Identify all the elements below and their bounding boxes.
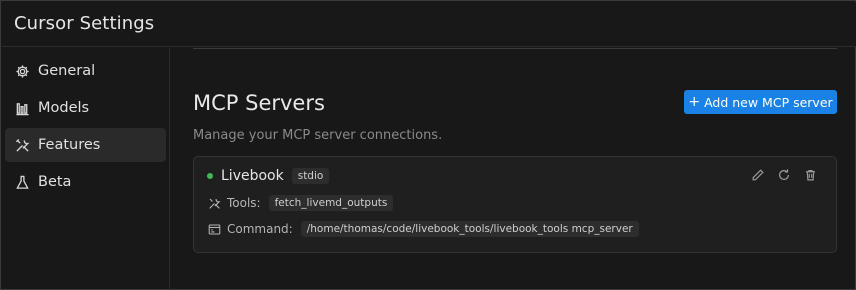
command-value: /home/thomas/code/livebook_tools/liveboo… xyxy=(300,221,639,237)
tools-row: Tools: fetch_livemd_outputs xyxy=(207,195,394,211)
transport-badge: stdio xyxy=(291,168,330,184)
sidebar-item-label: Models xyxy=(38,100,90,116)
status-indicator xyxy=(207,173,213,179)
add-mcp-server-button[interactable]: + Add new MCP server xyxy=(684,90,837,114)
sidebar-item-label: Features xyxy=(38,137,101,153)
tools-icon xyxy=(207,196,221,210)
mcp-server-card: Livebook stdio Tools: fetch_livemd_outpu… xyxy=(193,156,837,253)
sidebar-item-beta[interactable]: Beta xyxy=(5,165,166,199)
sidebar-item-models[interactable]: Models xyxy=(5,91,166,125)
title-bar: Cursor Settings xyxy=(2,2,856,47)
tools-icon xyxy=(14,137,30,153)
tool-badge: fetch_livemd_outputs xyxy=(268,195,394,211)
terminal-icon xyxy=(207,222,221,236)
server-name: Livebook xyxy=(221,168,284,184)
window-title: Cursor Settings xyxy=(14,13,155,34)
chart-bars-icon xyxy=(14,100,30,116)
sidebar: General Models Features Beta xyxy=(2,48,170,290)
main-content: MCP Servers + Add new MCP server Manage … xyxy=(171,49,856,290)
flask-icon xyxy=(14,174,30,190)
gear-icon xyxy=(14,63,30,79)
plus-icon: + xyxy=(688,94,701,110)
sidebar-item-label: Beta xyxy=(38,174,72,190)
sidebar-item-features[interactable]: Features xyxy=(5,128,166,162)
server-actions xyxy=(750,167,818,183)
tools-label: Tools: xyxy=(227,196,261,210)
server-header-row: Livebook stdio xyxy=(207,168,330,184)
sidebar-item-general[interactable]: General xyxy=(5,54,166,88)
command-label: Command: xyxy=(227,222,293,236)
page-title: MCP Servers xyxy=(193,91,325,115)
settings-window: Cursor Settings General Models Features … xyxy=(0,0,856,290)
sidebar-item-label: General xyxy=(38,63,96,79)
add-button-label: Add new MCP server xyxy=(704,94,833,110)
trash-icon[interactable] xyxy=(802,167,818,183)
command-row: Command: /home/thomas/code/livebook_tool… xyxy=(207,221,639,237)
edit-icon[interactable] xyxy=(750,167,766,183)
refresh-icon[interactable] xyxy=(776,167,792,183)
page-subtitle: Manage your MCP server connections. xyxy=(193,128,443,143)
